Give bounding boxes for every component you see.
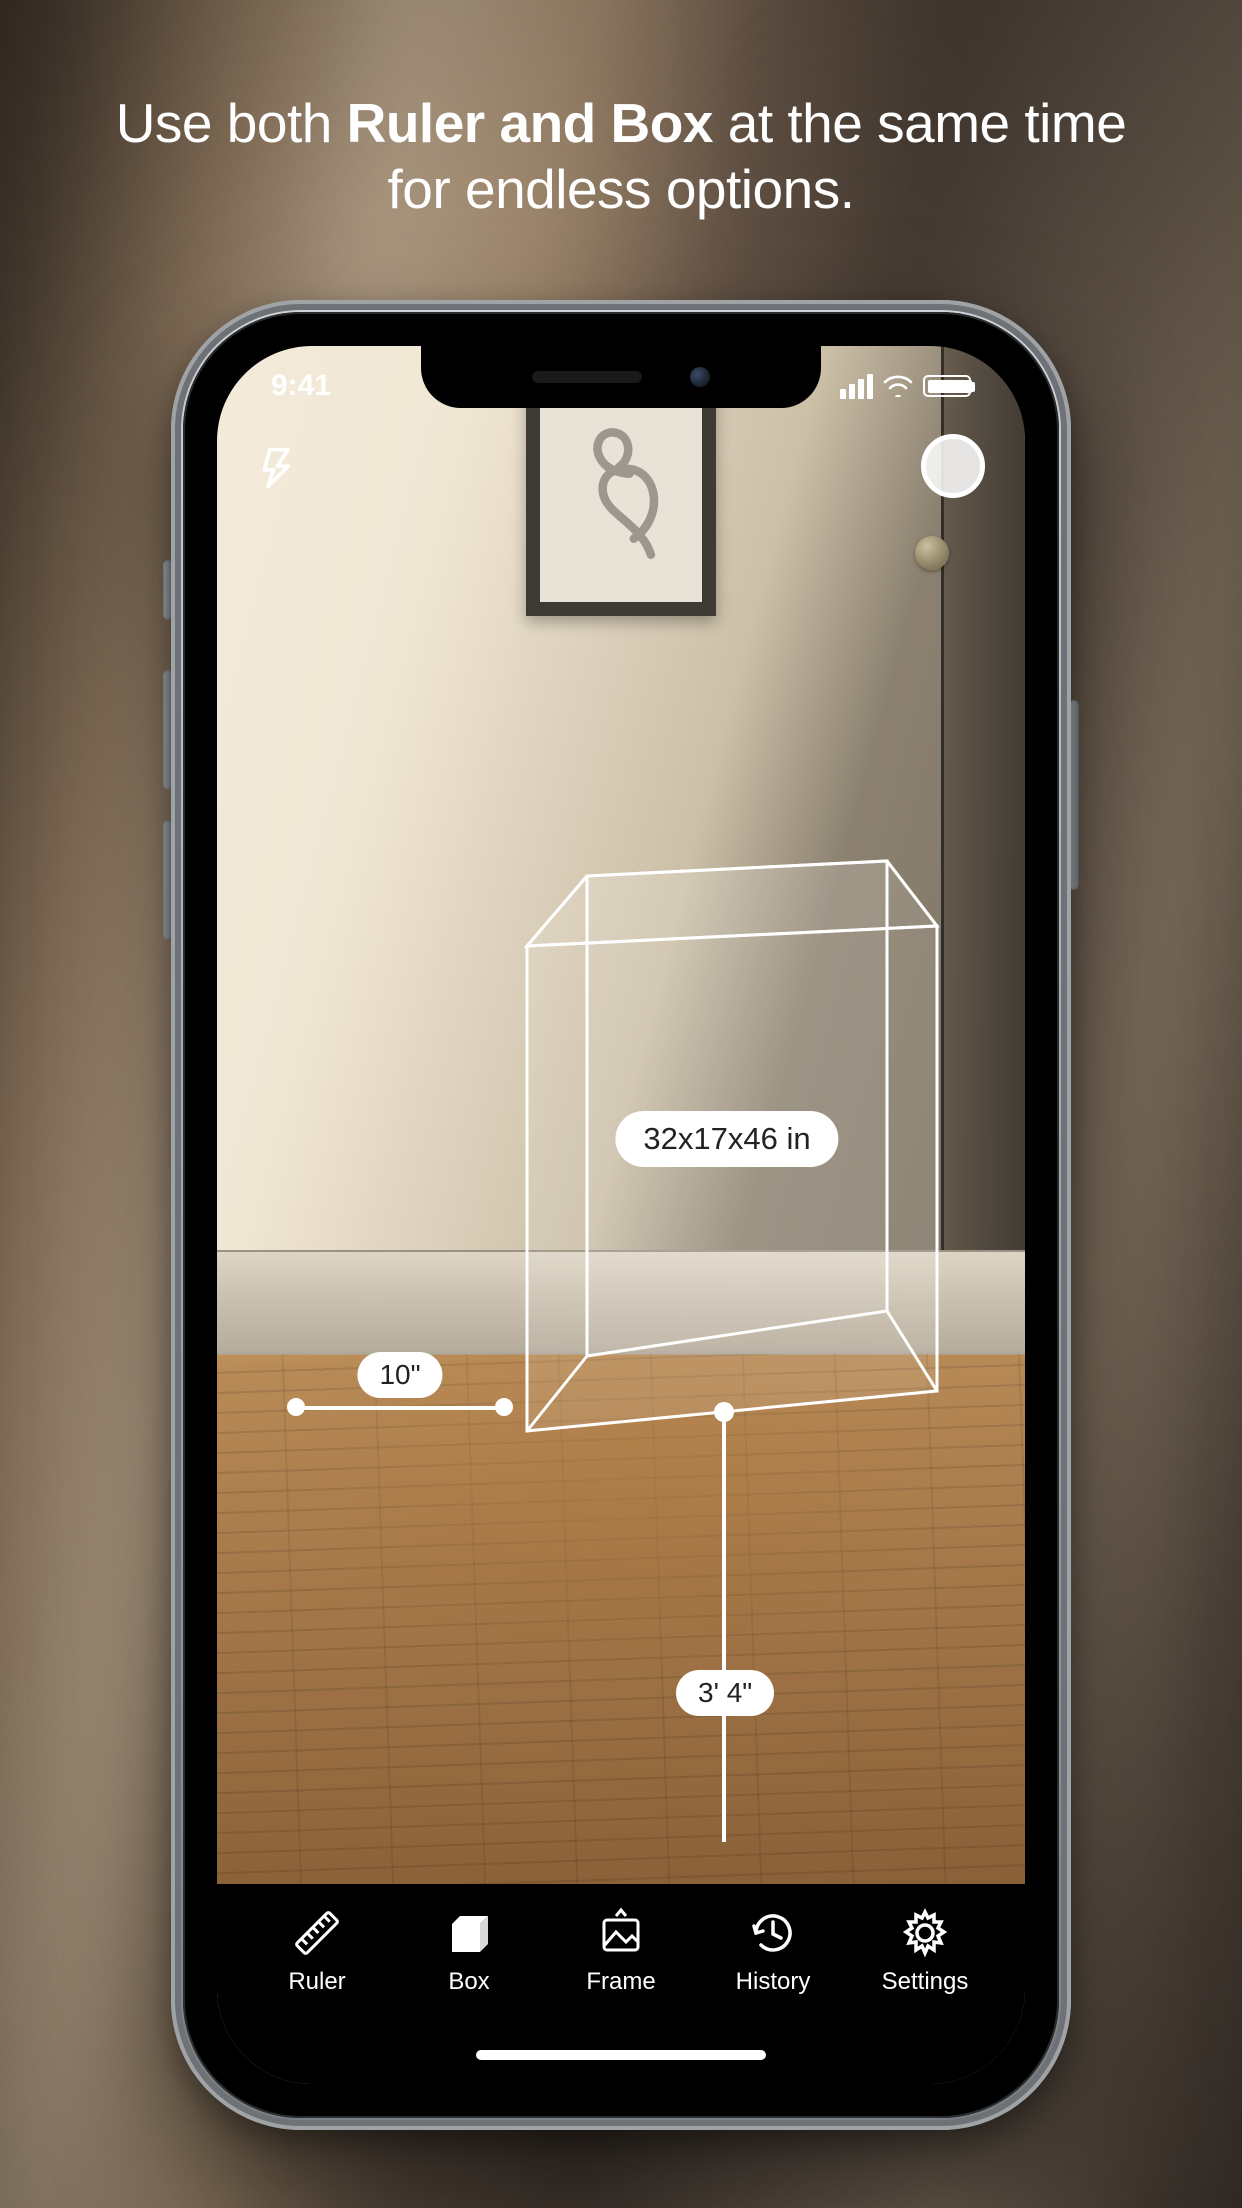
marketing-headline: Use both Ruler and Box at the same time … [0,90,1242,222]
ruler-long-line [722,1420,726,1842]
status-bar: 9:41 [217,364,1025,408]
headline-prefix: Use both [116,92,347,154]
tab-ruler[interactable]: Ruler [247,1906,387,1996]
flash-icon [257,446,301,490]
ar-box-overlay[interactable]: 32x17x46 in [507,816,947,1436]
phone-screen: 9:41 [217,346,1025,2084]
ruler-short-line [295,1406,505,1410]
ampersand-icon [566,416,676,576]
gear-icon [898,1906,952,1960]
tab-history-label: History [736,1968,811,1996]
home-indicator[interactable] [476,2050,766,2060]
tab-frame-label: Frame [586,1968,655,1996]
ruler-long-endpoint[interactable] [714,1402,734,1422]
cellular-icon [840,374,873,399]
headline-bold: Ruler and Box [347,92,713,154]
flash-toggle-button[interactable] [257,446,301,490]
tab-settings-label: Settings [882,1968,969,1996]
tab-frame[interactable]: Frame [551,1906,691,1996]
ruler-short-endpoint-b[interactable] [495,1398,513,1416]
wifi-icon [883,375,913,397]
battery-fill [928,380,972,393]
tab-ruler-label: Ruler [288,1968,345,1996]
battery-icon [923,375,971,397]
ruler-short[interactable]: 10" [285,1356,515,1426]
capture-button[interactable] [921,434,985,498]
ruler-short-endpoint-a[interactable] [287,1398,305,1416]
ruler-icon [290,1906,344,1960]
phone-bezel: 9:41 [183,312,1059,2118]
history-icon [746,1906,800,1960]
box-dimensions-label[interactable]: 32x17x46 in [615,1111,838,1167]
phone-body: 9:41 [171,300,1071,2130]
ruler-long[interactable]: 3' 4" [714,1402,734,1842]
tab-box-label: Box [448,1968,489,1996]
scene-door-knob [915,536,949,570]
tab-settings[interactable]: Settings [855,1906,995,1996]
box-icon [442,1906,496,1960]
frame-icon [594,1906,648,1960]
ruler-short-label[interactable]: 10" [357,1352,442,1398]
scene-wall-picture [526,376,716,616]
tab-box[interactable]: Box [399,1906,539,1996]
phone-mockup: 9:41 [171,300,1071,2130]
status-time: 9:41 [271,369,331,403]
ruler-long-label[interactable]: 3' 4" [676,1670,774,1716]
status-right [840,374,971,399]
tab-history[interactable]: History [703,1906,843,1996]
